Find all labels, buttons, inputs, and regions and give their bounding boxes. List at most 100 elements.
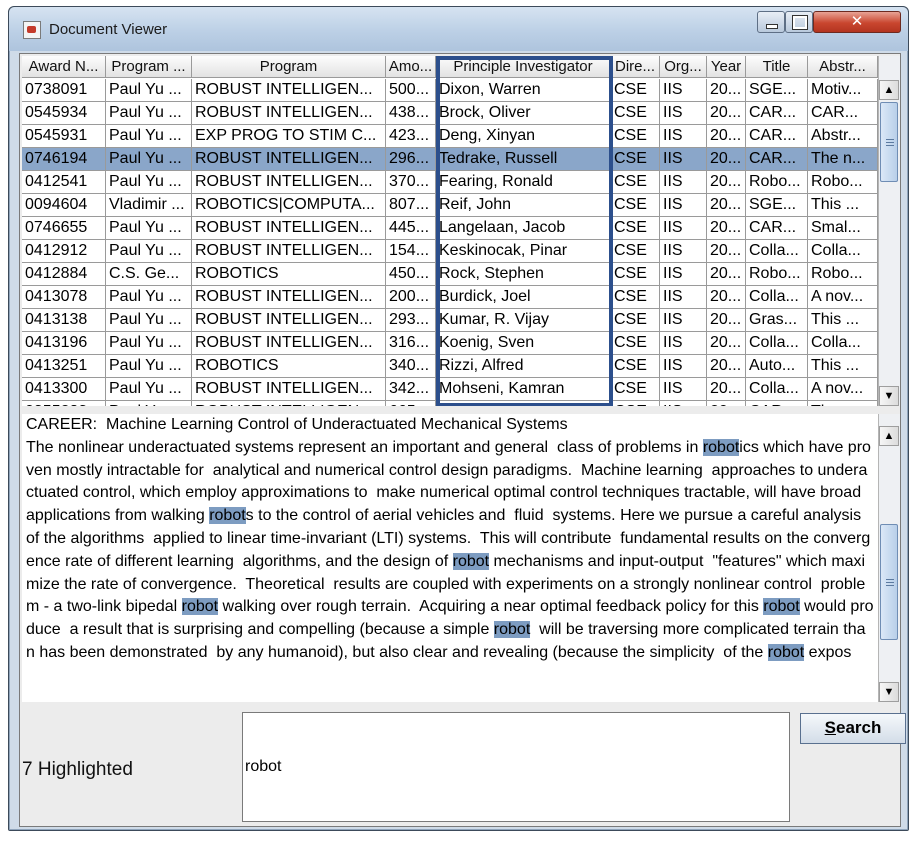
table-cell: IIS — [660, 194, 707, 217]
table-row[interactable]: 0738091 Paul Yu ... ROBUST INTELLIGEN... 50… — [22, 79, 878, 102]
table-cell: CSE — [611, 378, 660, 401]
column-header[interactable]: Amo... — [386, 56, 436, 78]
table-cell: 20... — [707, 401, 746, 406]
column-header[interactable]: Program — [192, 56, 386, 78]
table-cell: This ... — [808, 309, 878, 332]
table-body: 0738091 Paul Yu ... ROBUST INTELLIGEN... 50… — [22, 79, 878, 406]
table-cell: 20... — [707, 171, 746, 194]
table-cell: Colla... — [808, 332, 878, 355]
table-cell: CSE — [611, 217, 660, 240]
table-cell: Fearing, Ronald — [436, 171, 611, 194]
table-cell: Paul Yu ... — [106, 401, 192, 406]
table-cell: Tedrake, Russell — [436, 148, 611, 171]
table-cell: CSE — [611, 148, 660, 171]
close-button[interactable]: ✕ — [813, 11, 901, 33]
table-cell: Paul Yu ... — [106, 102, 192, 125]
table-cell: CSE — [611, 125, 660, 148]
table-row[interactable]: 0413300 Paul Yu ... ROBUST INTELLIGEN... 34… — [22, 378, 878, 401]
table-row[interactable]: 0412541 Paul Yu ... ROBUST INTELLIGEN... 37… — [22, 171, 878, 194]
table-cell: IIS — [660, 171, 707, 194]
column-header[interactable]: Program ... — [106, 56, 192, 78]
table-row[interactable]: 0746655 Paul Yu ... ROBUST INTELLIGEN... 44… — [22, 217, 878, 240]
table-row[interactable]: 0746194 Paul Yu ... ROBUST INTELLIGEN... 29… — [22, 148, 878, 171]
title-bar[interactable]: Document Viewer ✕ — [9, 7, 908, 51]
table-row[interactable]: 0545934 Paul Yu ... ROBUST INTELLIGEN... 43… — [22, 102, 878, 125]
table-cell: 154... — [386, 240, 436, 263]
table-cell: A nov... — [808, 378, 878, 401]
table-row[interactable]: 0413196 Paul Yu ... ROBUST INTELLIGEN... 31… — [22, 332, 878, 355]
table-cell: IIS — [660, 401, 707, 406]
column-header[interactable]: Org... — [660, 56, 707, 78]
table-cell: 0746655 — [22, 217, 106, 240]
search-button[interactable]: Search — [800, 713, 906, 744]
table-cell: Reif, John — [436, 194, 611, 217]
table-cell: 807... — [386, 194, 436, 217]
abstract-scroll-down-button[interactable]: ▼ — [879, 682, 899, 702]
search-button-mnemonic: S — [824, 718, 836, 737]
table-row[interactable]: 0545931 Paul Yu ... EXP PROG TO STIM C... 4… — [22, 125, 878, 148]
table-cell: A nov... — [808, 286, 878, 309]
minimize-button[interactable] — [757, 11, 785, 33]
abstract-text-area[interactable]: CAREER: Machine Learning Control of Unde… — [22, 414, 878, 702]
column-header[interactable]: Title — [746, 56, 808, 78]
table-scrollbar[interactable]: ▲ ▼ — [878, 56, 900, 406]
table-cell: 438... — [386, 102, 436, 125]
column-header[interactable]: Principle Investigator — [436, 56, 611, 78]
table-cell: 340... — [386, 355, 436, 378]
highlighted-term: robot — [763, 598, 800, 616]
table-cell: CAR... — [746, 125, 808, 148]
table-cell: 0746194 — [22, 148, 106, 171]
table-cell: Abstr... — [808, 125, 878, 148]
table-cell: 316... — [386, 332, 436, 355]
table-cell: CSE — [611, 309, 660, 332]
table-cell: CSE — [611, 355, 660, 378]
table-cell: Kumar, R. Vijay — [436, 309, 611, 332]
table-cell: 0413300 — [22, 378, 106, 401]
table-cell: Brock, Oliver — [436, 102, 611, 125]
table-cell: 20... — [707, 148, 746, 171]
column-header[interactable]: Abstr... — [808, 56, 878, 78]
table-row[interactable]: 0355283Paul Yu ...ROBUST INTELLIGEN...66… — [22, 401, 878, 406]
table-cell: 296... — [386, 148, 436, 171]
abstract-scroll-up-button[interactable]: ▲ — [879, 426, 899, 446]
down-arrow-icon: ▼ — [883, 686, 895, 698]
table-cell: SGE... — [746, 194, 808, 217]
table-cell: ROBUST INTELLIGEN... — [192, 378, 386, 401]
down-arrow-icon: ▼ — [883, 390, 895, 402]
column-header[interactable]: Award N... — [22, 56, 106, 78]
table-row[interactable]: 0094604 Vladimir ... ROBOTICS|COMPUTA... 80… — [22, 194, 878, 217]
abstract-scroll-thumb[interactable] — [880, 524, 898, 640]
table-cell — [436, 401, 611, 406]
table-row[interactable]: 0412912 Paul Yu ... ROBUST INTELLIGEN... 15… — [22, 240, 878, 263]
table-scroll-down-button[interactable]: ▼ — [879, 386, 899, 406]
table-cell: Colla... — [746, 240, 808, 263]
column-header[interactable]: Dire... — [611, 56, 660, 78]
abstract-scrollbar[interactable]: ▲ ▼ — [878, 414, 900, 702]
awards-table[interactable]: Award N... Program ... Program Amo... Princi… — [22, 56, 878, 406]
close-icon: ✕ — [850, 13, 864, 30]
table-cell: The n... — [808, 148, 878, 171]
table-cell: ROBOTICS|COMPUTA... — [192, 194, 386, 217]
table-scroll-up-button[interactable]: ▲ — [879, 80, 899, 100]
table-row[interactable]: 0413251 Paul Yu ... ROBOTICS 340... Rizzi, A… — [22, 355, 878, 378]
maximize-button[interactable] — [785, 11, 813, 33]
table-cell: ROBOTICS — [192, 355, 386, 378]
table-row[interactable]: 0413138 Paul Yu ... ROBUST INTELLIGEN... 29… — [22, 309, 878, 332]
table-cell: CAR... — [746, 217, 808, 240]
table-cell: ROBUST INTELLIGEN... — [192, 171, 386, 194]
table-cell: Paul Yu ... — [106, 171, 192, 194]
table-cell: Motiv... — [808, 79, 878, 102]
table-cell: 20... — [707, 378, 746, 401]
table-cell: ROBUST INTELLIGEN... — [192, 401, 386, 406]
search-query-text: robot — [245, 758, 282, 775]
table-row[interactable]: 0413078 Paul Yu ... ROBUST INTELLIGEN... 20… — [22, 286, 878, 309]
table-cell: CSE — [611, 79, 660, 102]
grip-line — [886, 582, 894, 583]
table-scroll-thumb[interactable] — [880, 102, 898, 182]
table-cell: Paul Yu ... — [106, 240, 192, 263]
table-cell: CSE — [611, 194, 660, 217]
highlighted-term: robot — [767, 643, 805, 661]
search-query-input[interactable]: robot — [242, 712, 790, 822]
column-header[interactable]: Year — [707, 56, 746, 78]
table-row[interactable]: 0412884 C.S. Ge... ROBOTICS 450... Rock, Ste… — [22, 263, 878, 286]
